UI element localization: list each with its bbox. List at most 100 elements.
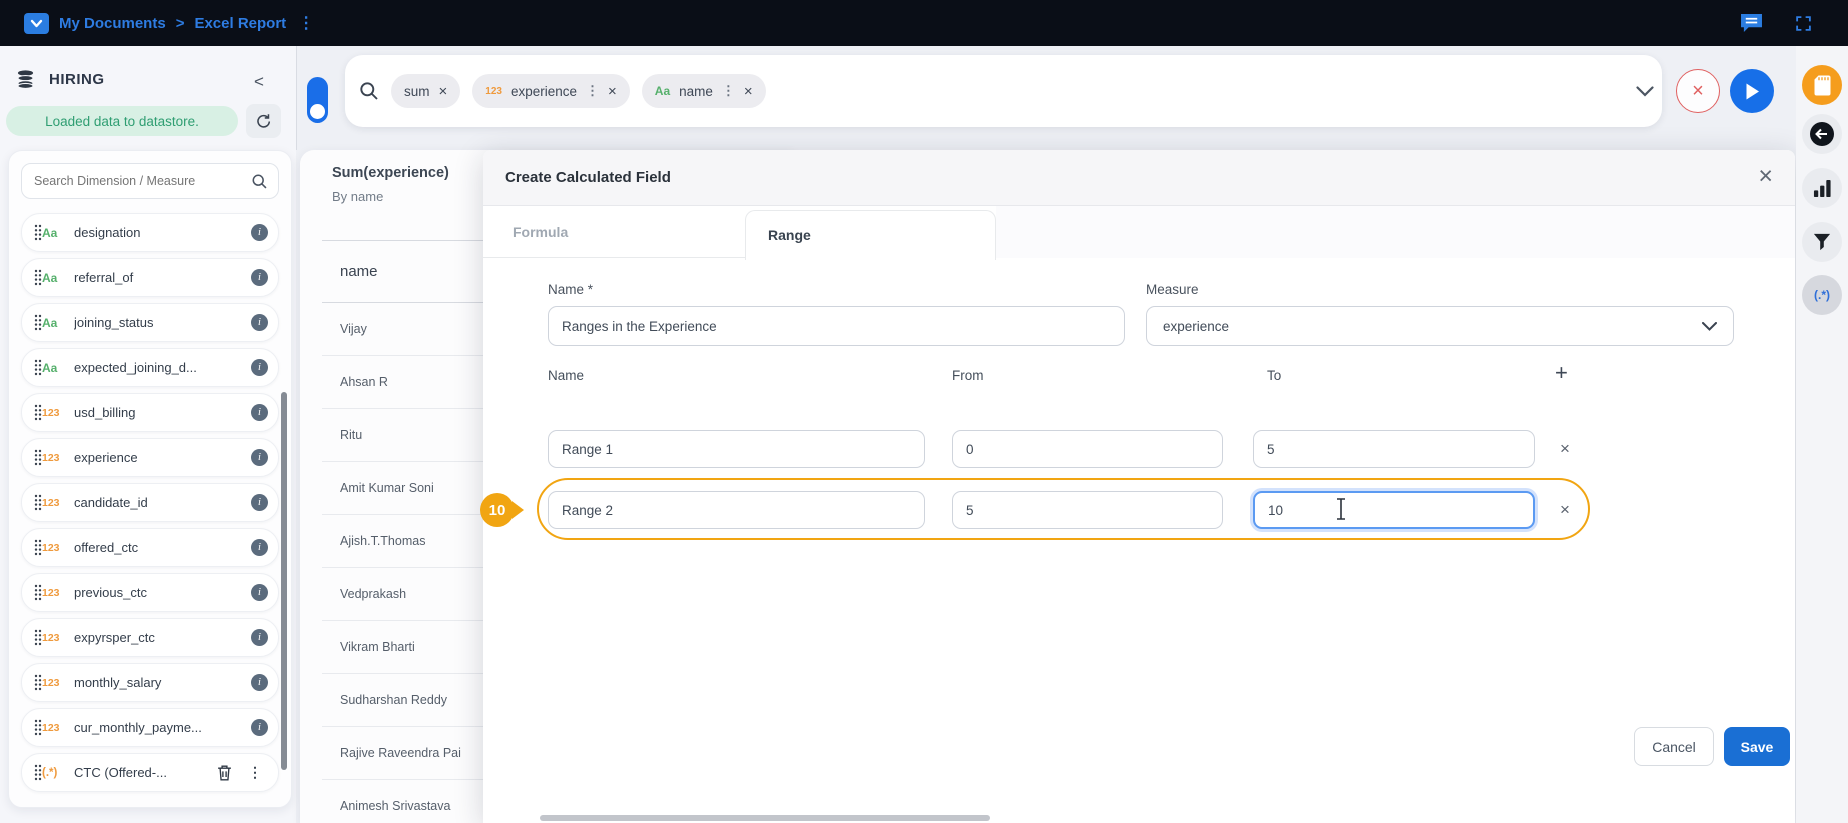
field-search[interactable] <box>21 163 279 199</box>
chip-close-icon[interactable]: × <box>744 83 753 100</box>
step-annotation-badge: 10 <box>480 493 514 527</box>
drag-handle-icon[interactable] <box>34 269 42 286</box>
info-icon[interactable]: i <box>251 629 268 646</box>
drag-handle-icon[interactable] <box>34 539 42 556</box>
back-button[interactable] <box>1802 114 1842 154</box>
drag-handle-icon[interactable] <box>34 719 42 736</box>
query-mode-toggle[interactable] <box>307 77 328 123</box>
drag-handle-icon[interactable] <box>34 449 42 466</box>
chart-button[interactable] <box>1802 168 1842 208</box>
chip-menu-icon[interactable]: ⋮ <box>722 83 735 99</box>
chip-close-icon[interactable]: × <box>608 83 617 100</box>
field-item-ctc-calculated[interactable]: (.*) CTC (Offered-... ⋮ <box>21 753 279 792</box>
drag-handle-icon[interactable] <box>34 404 42 421</box>
drag-handle-icon[interactable] <box>34 314 42 331</box>
run-query-button[interactable] <box>1730 69 1774 113</box>
drag-handle-icon[interactable] <box>34 359 42 376</box>
remove-range1-button[interactable]: × <box>1560 439 1570 459</box>
add-range-button[interactable]: + <box>1555 360 1568 386</box>
breadcrumb-root[interactable]: My Documents <box>59 15 166 32</box>
field-type-badge: 123 <box>42 452 74 464</box>
range1-to-input[interactable] <box>1253 430 1535 468</box>
query-expand-button[interactable] <box>1636 84 1654 102</box>
create-calculated-field-dialog: Create Calculated Field × Formula Range … <box>483 150 1795 823</box>
drag-handle-icon[interactable] <box>34 584 42 601</box>
field-item-expected-joining[interactable]: Aa expected_joining_d... i <box>21 348 279 387</box>
info-icon[interactable]: i <box>251 314 268 331</box>
results-title: Sum(experience) <box>332 165 449 181</box>
drag-handle-icon[interactable] <box>34 224 42 241</box>
refresh-button[interactable] <box>246 104 281 138</box>
datasource-header: HIRING <box>16 70 105 89</box>
field-item-experience[interactable]: 123 experience i <box>21 438 279 477</box>
query-chip-experience[interactable]: 123 experience ⋮ × <box>472 74 630 108</box>
range2-from-input[interactable] <box>952 491 1223 529</box>
close-icon: × <box>1692 80 1704 103</box>
sidebar-collapse-icon[interactable]: < <box>254 72 264 92</box>
field-item-joining-status[interactable]: Aa joining_status i <box>21 303 279 342</box>
field-label: previous_ctc <box>74 585 251 600</box>
field-item-candidate-id[interactable]: 123 candidate_id i <box>21 483 279 522</box>
calc-field-name-input[interactable] <box>548 306 1125 346</box>
comment-icon[interactable] <box>1740 13 1763 33</box>
info-icon[interactable]: i <box>251 404 268 421</box>
measure-select[interactable]: experience <box>1146 306 1734 346</box>
drag-handle-icon[interactable] <box>34 494 42 511</box>
field-item-monthly-salary[interactable]: 123 monthly_salary i <box>21 663 279 702</box>
horizontal-scrollbar[interactable] <box>540 815 990 821</box>
play-icon <box>1744 82 1761 101</box>
field-item-expyrsper-ctc[interactable]: 123 expyrsper_ctc i <box>21 618 279 657</box>
clear-query-button[interactable]: × <box>1676 69 1720 113</box>
drag-handle-icon[interactable] <box>34 674 42 691</box>
datastore-button[interactable] <box>1802 65 1842 105</box>
dialog-close-icon[interactable]: × <box>1758 162 1773 191</box>
sidebar-scrollbar[interactable] <box>281 392 287 770</box>
field-item-previous-ctc[interactable]: 123 previous_ctc i <box>21 573 279 612</box>
query-chip-sum[interactable]: sum × <box>391 74 460 108</box>
range1-name-input[interactable] <box>548 430 925 468</box>
remove-range2-button[interactable]: × <box>1560 500 1570 520</box>
refresh-icon <box>255 113 272 130</box>
drag-handle-icon[interactable] <box>34 629 42 646</box>
field-item-cur-monthly-payment[interactable]: 123 cur_monthly_payme... i <box>21 708 279 747</box>
info-icon[interactable]: i <box>251 449 268 466</box>
topbar-actions <box>1740 0 1812 46</box>
breadcrumb: My Documents > Excel Report ⋮ <box>24 0 314 46</box>
info-icon[interactable]: i <box>251 719 268 736</box>
info-icon[interactable]: i <box>251 224 268 241</box>
info-icon[interactable]: i <box>251 674 268 691</box>
document-menu-icon[interactable]: ⋮ <box>298 13 314 33</box>
tab-range[interactable]: Range <box>745 210 996 260</box>
drag-handle-icon[interactable] <box>34 764 42 781</box>
info-icon[interactable]: i <box>251 584 268 601</box>
field-item-offered-ctc[interactable]: 123 offered_ctc i <box>21 528 279 567</box>
field-item-designation[interactable]: Aa designation i <box>21 213 279 252</box>
query-chip-name[interactable]: Aa name ⋮ × <box>642 74 766 108</box>
field-label: expected_joining_d... <box>74 360 251 375</box>
cancel-button[interactable]: Cancel <box>1634 727 1714 766</box>
info-icon[interactable]: i <box>251 269 268 286</box>
query-search-bar[interactable]: sum × 123 experience ⋮ × Aa name ⋮ × <box>345 55 1662 127</box>
field-label: expyrsper_ctc <box>74 630 251 645</box>
field-search-input[interactable] <box>32 173 251 189</box>
range2-name-input[interactable] <box>548 491 925 529</box>
info-icon[interactable]: i <box>251 539 268 556</box>
tab-formula[interactable]: Formula <box>513 206 568 258</box>
calculated-field-button[interactable]: (.*) <box>1802 275 1842 315</box>
field-item-usd-billing[interactable]: 123 usd_billing i <box>21 393 279 432</box>
range2-to-input[interactable] <box>1253 491 1535 529</box>
breadcrumb-current[interactable]: Excel Report <box>194 15 286 32</box>
chip-close-icon[interactable]: × <box>439 83 448 100</box>
chip-menu-icon[interactable]: ⋮ <box>586 83 599 99</box>
filter-icon <box>1813 233 1831 251</box>
info-icon[interactable]: i <box>251 359 268 376</box>
folder-icon[interactable] <box>24 13 49 34</box>
fullscreen-icon[interactable] <box>1795 15 1812 32</box>
delete-icon[interactable] <box>217 765 232 781</box>
info-icon[interactable]: i <box>251 494 268 511</box>
range1-from-input[interactable] <box>952 430 1223 468</box>
save-button[interactable]: Save <box>1724 727 1790 766</box>
filter-button[interactable] <box>1802 222 1842 262</box>
field-menu-icon[interactable]: ⋮ <box>248 764 262 781</box>
field-item-referral-of[interactable]: Aa referral_of i <box>21 258 279 297</box>
